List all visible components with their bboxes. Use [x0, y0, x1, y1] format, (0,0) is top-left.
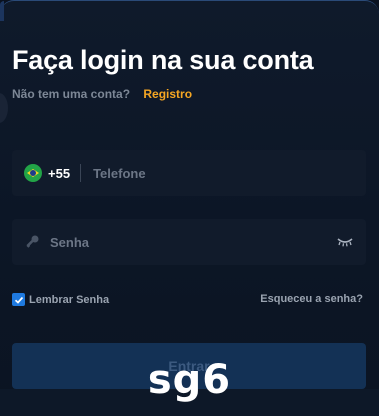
key-icon — [26, 235, 39, 248]
login-button[interactable]: Entrar — [12, 343, 366, 389]
page-title: Faça login na sua conta — [12, 45, 314, 75]
checkmark-icon — [14, 296, 23, 304]
register-link[interactable]: Registro — [143, 87, 192, 101]
no-account-text: Não tem uma conta? — [12, 87, 131, 101]
remember-password[interactable]: Lembrar Senha — [12, 293, 109, 306]
password-input[interactable] — [48, 233, 336, 251]
phone-field[interactable]: +55 — [12, 150, 366, 196]
forgot-password-link[interactable]: Esqueceu a senha? — [260, 293, 363, 305]
password-field[interactable] — [12, 219, 366, 265]
bottom-strip — [0, 389, 379, 416]
country-code[interactable]: +55 — [48, 166, 70, 181]
register-prompt: Não tem uma conta? Registro — [12, 87, 192, 101]
remember-checkbox[interactable] — [12, 293, 25, 306]
side-handle — [0, 93, 8, 123]
phone-input[interactable] — [91, 164, 354, 182]
field-divider — [80, 164, 82, 182]
login-panel: Faça login na sua conta Não tem uma cont… — [0, 0, 379, 416]
eye-closed-icon[interactable] — [336, 236, 354, 248]
brazil-flag-icon[interactable] — [24, 164, 42, 182]
remember-label: Lembrar Senha — [29, 293, 110, 306]
